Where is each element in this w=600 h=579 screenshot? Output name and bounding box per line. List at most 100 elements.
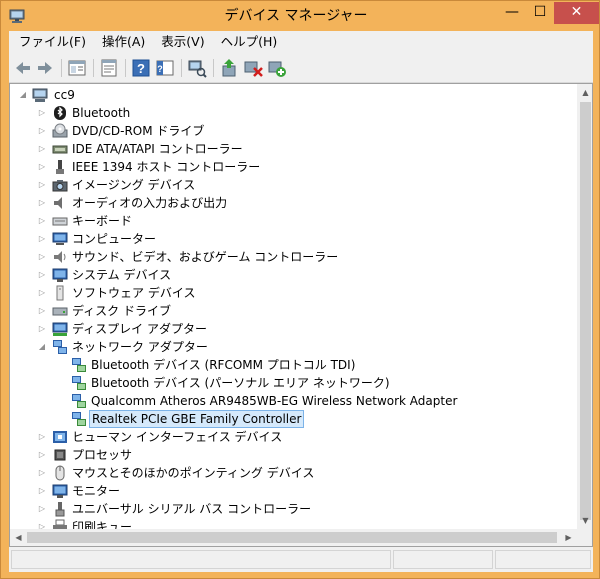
- tree-expander[interactable]: ▷: [37, 122, 47, 140]
- processor-icon: [54, 449, 66, 461]
- tree-item-label: ディスク ドライブ: [72, 304, 171, 318]
- monitor-icon: [52, 484, 68, 498]
- tree-category[interactable]: ▷ キーボード: [10, 212, 576, 230]
- svg-text:?: ?: [157, 64, 163, 74]
- vertical-scrollbar[interactable]: ▲ ▼: [577, 84, 592, 546]
- title-bar[interactable]: デバイス マネージャー — ☐ ✕: [1, 1, 600, 31]
- hid-icon: [53, 431, 67, 443]
- toolbar-separator: [181, 59, 182, 77]
- menu-action[interactable]: 操作(A): [94, 31, 153, 53]
- scroll-right-arrow[interactable]: ▶: [560, 529, 577, 546]
- tree-category[interactable]: ▷ モニター: [10, 482, 576, 500]
- tree-category[interactable]: ▷ IEEE 1394 ホスト コントローラー: [10, 158, 576, 176]
- tree-category[interactable]: ▷ イメージング デバイス: [10, 176, 576, 194]
- menu-view[interactable]: 表示(V): [153, 31, 212, 53]
- tree-category[interactable]: ▷ プロセッサ: [10, 446, 576, 464]
- tree-item-label: イメージング デバイス: [72, 178, 196, 192]
- close-button[interactable]: ✕: [554, 2, 599, 24]
- software-device-icon: [56, 285, 64, 301]
- tree-expander[interactable]: ▷: [37, 266, 47, 284]
- scan-hardware-icon[interactable]: [187, 58, 207, 78]
- tree-item-label: システム デバイス: [72, 268, 172, 282]
- network-device-icon: [72, 394, 86, 408]
- scroll-up-arrow[interactable]: ▲: [577, 84, 592, 101]
- sound-icon: [54, 251, 66, 263]
- tree-item-label: ヒューマン インターフェイス デバイス: [72, 430, 283, 444]
- tree-category[interactable]: ◢ ネットワーク アダプター: [10, 338, 576, 356]
- bluetooth-icon: [54, 106, 66, 120]
- tree-expander[interactable]: ▷: [37, 284, 47, 302]
- tree-item-label: ユニバーサル シリアル バス コントローラー: [72, 502, 312, 516]
- tree-device-item[interactable]: Bluetooth デバイス (パーソナル エリア ネットワーク): [10, 374, 576, 392]
- tree-category[interactable]: ▷ Bluetooth: [10, 104, 576, 122]
- tree-category[interactable]: ▷ ヒューマン インターフェイス デバイス: [10, 428, 576, 446]
- tree-item-label: プロセッサ: [72, 448, 133, 462]
- properties-icon[interactable]: [99, 58, 119, 78]
- tree-category[interactable]: ▷ DVD/CD-ROM ドライブ: [10, 122, 576, 140]
- tree-category[interactable]: ▷ ディスク ドライブ: [10, 302, 576, 320]
- tree-root[interactable]: ◢ cc9: [10, 86, 576, 104]
- usb-icon: [55, 502, 65, 517]
- tree-item-label: Bluetooth: [72, 106, 131, 120]
- keyboard-icon: [52, 217, 68, 226]
- camera-icon: [52, 180, 68, 192]
- horizontal-scrollbar[interactable]: ◀ ▶: [10, 529, 577, 546]
- tree-expander[interactable]: ▷: [37, 248, 47, 266]
- tree-expander[interactable]: ▷: [37, 302, 47, 320]
- tree-expander[interactable]: ▷: [37, 158, 47, 176]
- help-view-icon[interactable]: ?: [155, 58, 175, 78]
- forward-arrow-icon[interactable]: [35, 58, 55, 78]
- show-hide-tree-icon[interactable]: [67, 58, 87, 78]
- menu-help[interactable]: ヘルプ(H): [213, 31, 286, 53]
- tree-expander[interactable]: ▷: [37, 464, 47, 482]
- scroll-down-arrow[interactable]: ▼: [577, 512, 592, 529]
- minimize-button[interactable]: —: [498, 2, 526, 24]
- vertical-scroll-thumb[interactable]: [580, 102, 591, 520]
- tree-category[interactable]: ▷ コンピューター: [10, 230, 576, 248]
- tree-device-item[interactable]: Bluetooth デバイス (RFCOMM プロトコル TDI): [10, 356, 576, 374]
- menu-file[interactable]: ファイル(F): [9, 31, 94, 53]
- maximize-button[interactable]: ☐: [526, 2, 554, 24]
- system-device-icon: [52, 268, 68, 282]
- tree-category[interactable]: ▷ IDE ATA/ATAPI コントローラー: [10, 140, 576, 158]
- tree-category[interactable]: ▷ ユニバーサル シリアル バス コントローラー: [10, 500, 576, 518]
- back-arrow-icon[interactable]: [13, 58, 33, 78]
- tree-category[interactable]: ▷ システム デバイス: [10, 266, 576, 284]
- tree-expander[interactable]: ▷: [37, 212, 47, 230]
- tree-category[interactable]: ▷ オーディオの入力および出力: [10, 194, 576, 212]
- tree-expander[interactable]: ▷: [37, 446, 47, 464]
- update-driver-icon[interactable]: [219, 58, 239, 78]
- tree-expander[interactable]: ▷: [37, 428, 47, 446]
- network-device-icon: [72, 412, 86, 426]
- tree-item-label: オーディオの入力および出力: [72, 196, 228, 210]
- enable-device-icon[interactable]: [267, 58, 287, 78]
- uninstall-icon[interactable]: [243, 58, 263, 78]
- tree-expander[interactable]: ▷: [37, 500, 47, 518]
- network-device-icon: [72, 376, 86, 390]
- tree-expander[interactable]: ▷: [37, 176, 47, 194]
- tree-expander[interactable]: ▷: [37, 482, 47, 500]
- tree-category[interactable]: ▷ サウンド、ビデオ、およびゲーム コントローラー: [10, 248, 576, 266]
- tree-expander[interactable]: ◢: [18, 86, 28, 104]
- tree-expander[interactable]: ▷: [37, 320, 47, 338]
- tree-expander[interactable]: ▷: [37, 104, 47, 122]
- tree-category[interactable]: ▷ ソフトウェア デバイス: [10, 284, 576, 302]
- tree-expander[interactable]: ▷: [37, 140, 47, 158]
- tree-expander[interactable]: ▷: [37, 194, 47, 212]
- tree-device-item[interactable]: Realtek PCIe GBE Family Controller: [10, 410, 576, 428]
- tree-expander[interactable]: ▷: [37, 230, 47, 248]
- status-bar: [9, 547, 593, 572]
- dvd-drive-icon: [52, 123, 68, 138]
- menu-bar: ファイル(F) 操作(A) 表示(V) ヘルプ(H): [9, 31, 593, 53]
- ieee1394-icon: [56, 160, 64, 174]
- tree-device-item[interactable]: Qualcomm Atheros AR9485WB-EG Wireless Ne…: [10, 392, 576, 410]
- help-icon[interactable]: ?: [131, 58, 151, 78]
- horizontal-scroll-thumb[interactable]: [27, 532, 557, 543]
- tree-item-label: cc9: [54, 88, 75, 102]
- scroll-left-arrow[interactable]: ◀: [10, 529, 27, 546]
- toolbar-separator: [93, 59, 94, 77]
- device-tree[interactable]: ◢ cc9 ▷ Bluetooth ▷ DVD/CD-ROM ドライブ ▷ IDE ATA/A…: [9, 83, 593, 547]
- tree-expander[interactable]: ◢: [37, 338, 47, 356]
- tree-category[interactable]: ▷ マウスとそのほかのポインティング デバイス: [10, 464, 576, 482]
- tree-category[interactable]: ▷ ディスプレイ アダプター: [10, 320, 576, 338]
